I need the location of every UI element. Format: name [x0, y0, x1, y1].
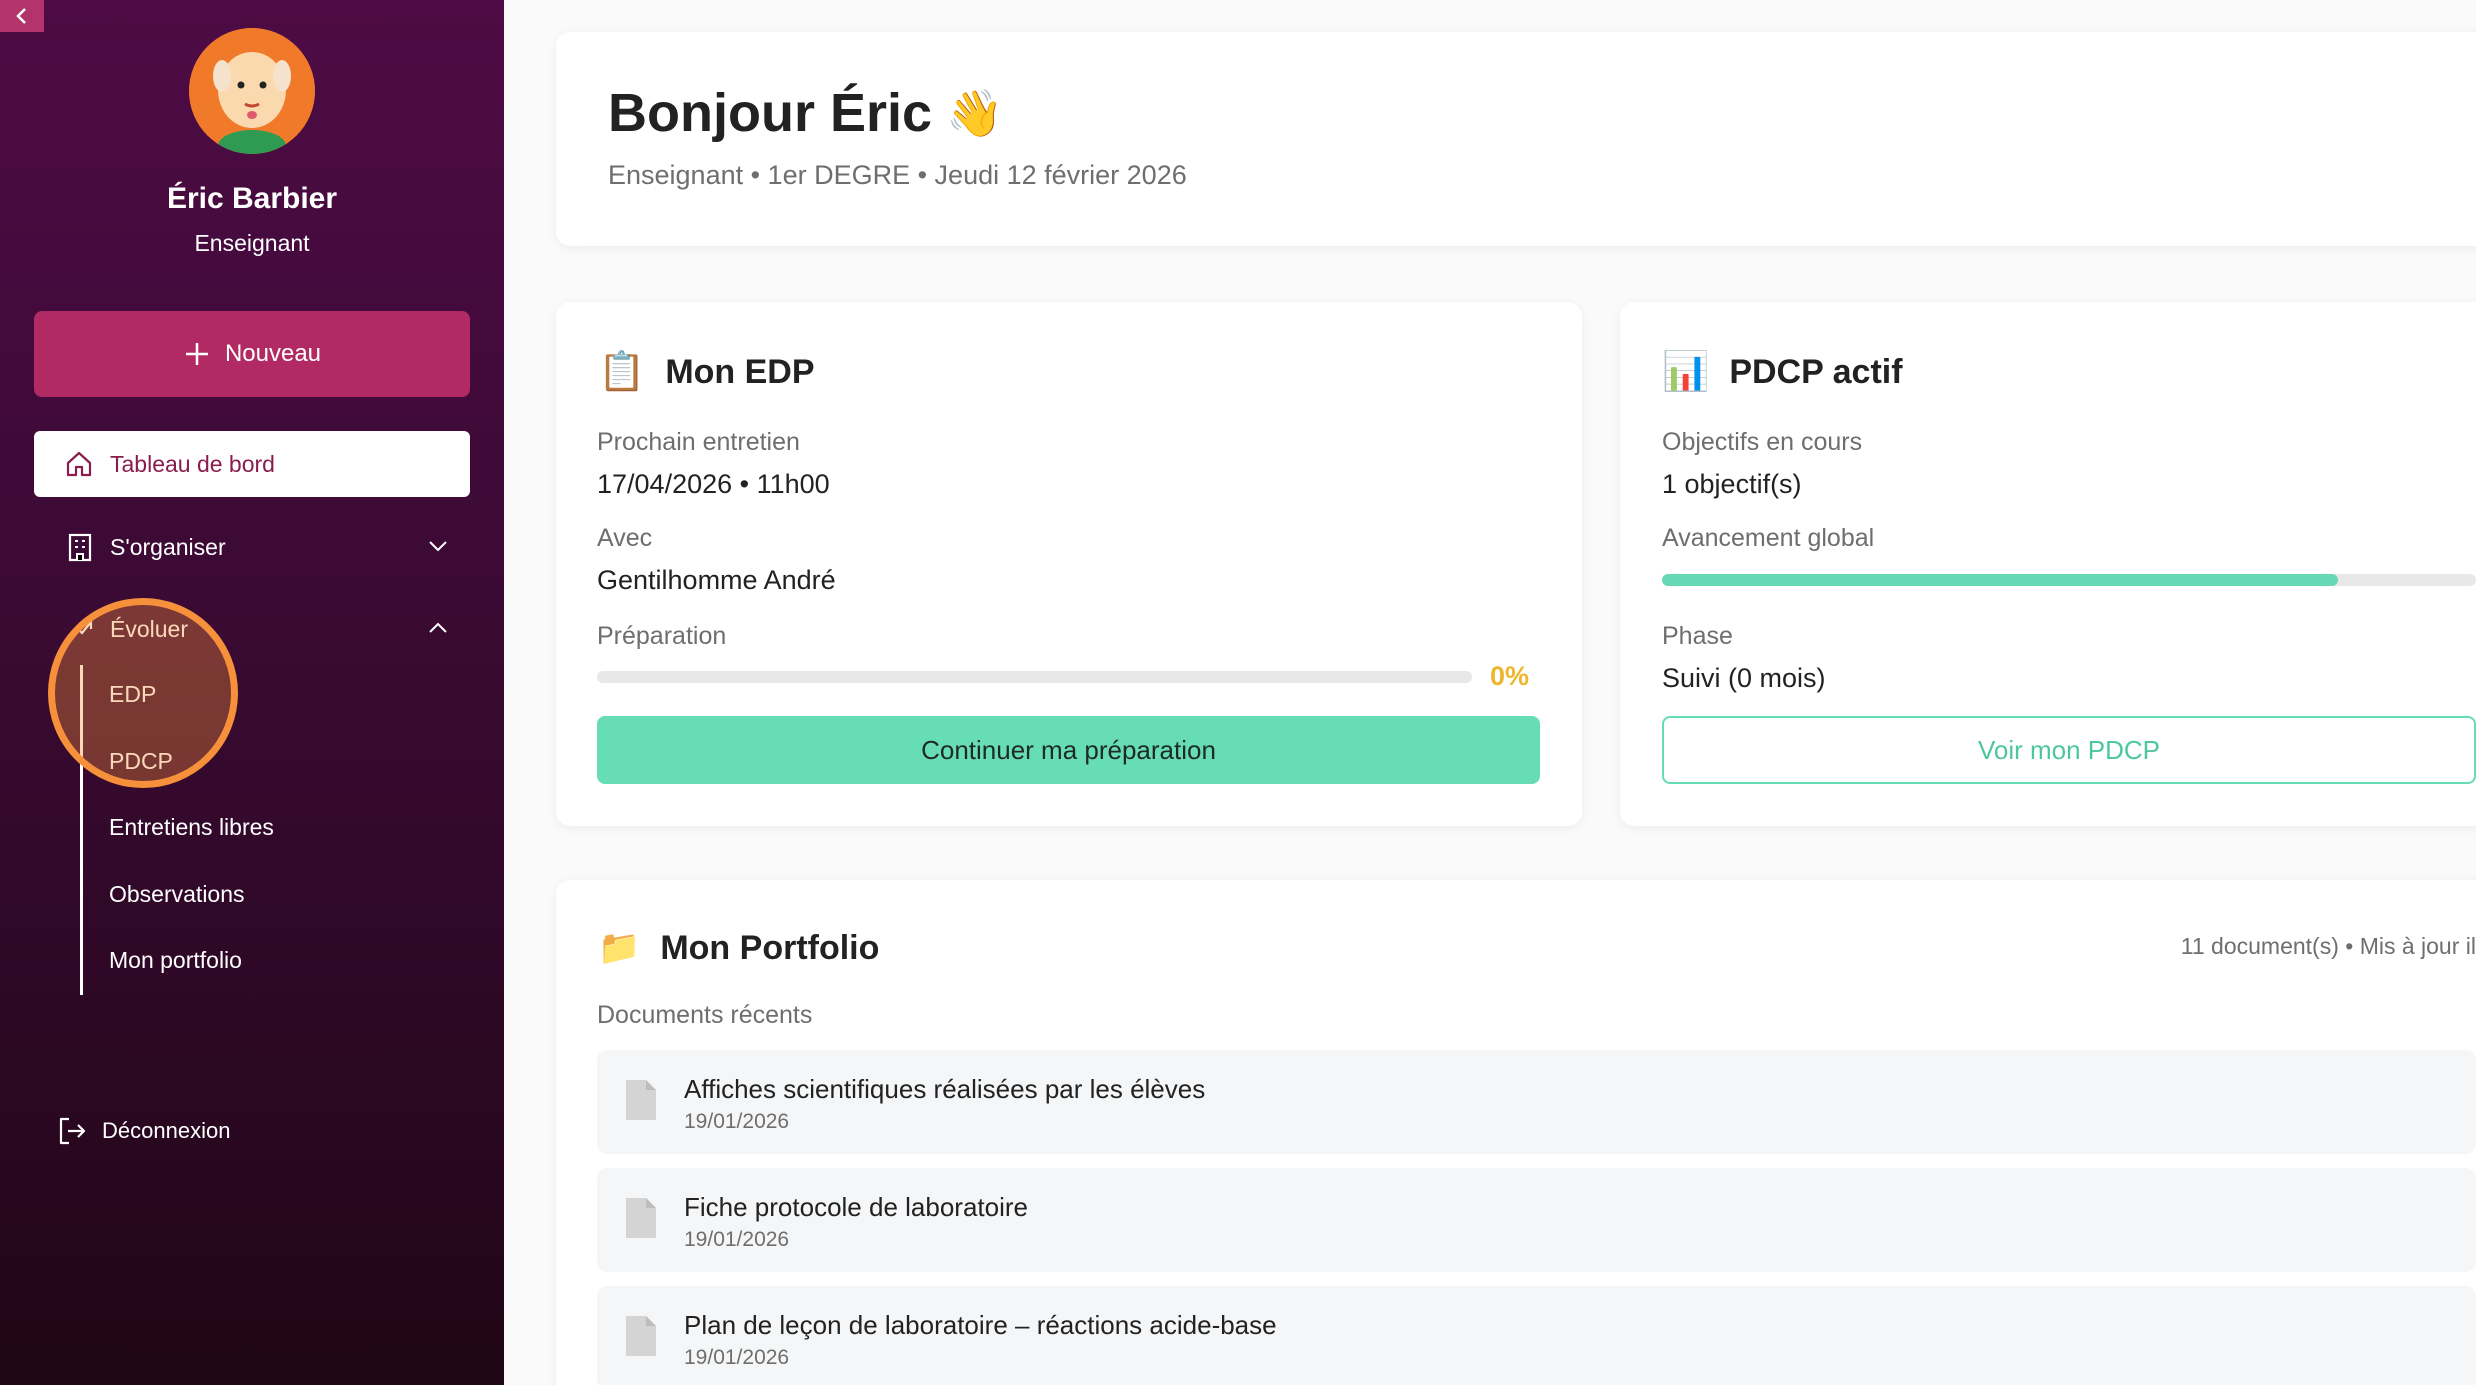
bar-chart-icon: 📊 — [1662, 351, 1710, 393]
chevron-down-icon — [429, 541, 447, 552]
click-highlight — [48, 598, 238, 788]
objectives-value: 1 objectif(s) — [1662, 469, 1802, 499]
sidebar-item-dashboard[interactable]: Tableau de bord — [34, 431, 470, 497]
recent-documents-label: Documents récents — [597, 1001, 813, 1029]
sidebar-item-organize[interactable]: S'organiser — [34, 522, 470, 572]
folder-icon: 📁 — [598, 929, 641, 967]
portfolio-meta: 11 document(s) • Mis à jour il — [2180, 933, 2476, 959]
document-name: Affiches scientifiques réalisées par les… — [684, 1074, 1206, 1104]
document-name: Plan de leçon de laboratoire – réactions… — [684, 1310, 1277, 1340]
with-value: Gentilhomme André — [597, 565, 836, 595]
user-role: Enseignant — [194, 230, 310, 256]
document-date: 19/01/2026 — [684, 1228, 790, 1251]
document-icon — [626, 1080, 656, 1120]
global-progress-label: Avancement global — [1662, 524, 1875, 552]
global-progress-bar — [1662, 574, 2476, 586]
plus-icon — [185, 343, 208, 365]
view-pdcp-button[interactable]: Voir mon PDCP — [1662, 716, 2476, 784]
global-progress-fill — [1662, 574, 2338, 586]
document-icon — [626, 1316, 656, 1356]
sidebar-subitem-observations[interactable]: Observations — [109, 881, 245, 908]
objectives-label: Objectifs en cours — [1662, 428, 1863, 456]
next-interview-label: Prochain entretien — [597, 428, 800, 456]
chevron-left-icon — [16, 8, 26, 24]
next-interview-value: 17/04/2026 • 11h00 — [597, 469, 830, 499]
sidebar-item-label: S'organiser — [110, 533, 226, 560]
preparation-label: Préparation — [597, 622, 727, 650]
user-name: Éric Barbier — [166, 182, 338, 215]
preparation-percent: 0% — [1490, 661, 1530, 691]
home-icon — [66, 451, 92, 477]
wave-icon: 👋 — [946, 86, 1004, 139]
continue-preparation-button[interactable]: Continuer ma préparation — [597, 716, 1540, 784]
phase-label: Phase — [1662, 622, 1733, 650]
new-button-label: Nouveau — [224, 340, 322, 367]
document-icon — [626, 1198, 656, 1238]
edp-title-text: Mon EDP — [665, 352, 815, 391]
pdcp-title: 📊 PDCP actif — [1662, 350, 1903, 394]
document-row[interactable]: Affiches scientifiques réalisées par les… — [597, 1050, 2476, 1154]
greeting-text: Bonjour Éric — [608, 83, 933, 143]
page-subtitle: Enseignant • 1er DEGRE • Jeudi 12 févrie… — [608, 160, 1187, 190]
new-button[interactable]: Nouveau — [34, 311, 470, 397]
with-label: Avec — [597, 524, 653, 552]
document-date: 19/01/2026 — [684, 1110, 790, 1133]
page-title: Bonjour Éric 👋 — [608, 82, 1003, 144]
chevron-up-icon — [429, 622, 447, 633]
portfolio-title: 📁 Mon Portfolio — [598, 928, 879, 968]
preparation-progress-bar — [597, 671, 1472, 683]
collapse-sidebar-button[interactable] — [0, 0, 44, 32]
avatar — [189, 28, 315, 154]
logout-icon — [59, 1117, 86, 1145]
portfolio-title-text: Mon Portfolio — [660, 928, 880, 967]
logout-button[interactable]: Déconnexion — [56, 1115, 230, 1147]
pdcp-title-text: PDCP actif — [1729, 352, 1903, 391]
clipboard-icon: 📋 — [598, 351, 646, 393]
sidebar-subitem-portfolio[interactable]: Mon portfolio — [109, 947, 242, 974]
edp-title: 📋 Mon EDP — [598, 350, 815, 394]
sidebar-subitem-entretiens[interactable]: Entretiens libres — [109, 814, 274, 841]
building-icon — [68, 533, 92, 562]
logout-label: Déconnexion — [102, 1118, 231, 1143]
document-date: 19/01/2026 — [684, 1346, 790, 1369]
document-row[interactable]: Plan de leçon de laboratoire – réactions… — [597, 1286, 2476, 1385]
phase-value: Suivi (0 mois) — [1662, 663, 1826, 693]
document-row[interactable]: Fiche protocole de laboratoire 19/01/202… — [597, 1168, 2476, 1272]
sidebar: Éric Barbier Enseignant Nouveau Tableau … — [0, 0, 504, 1385]
sidebar-item-label: Tableau de bord — [110, 450, 275, 477]
document-name: Fiche protocole de laboratoire — [684, 1192, 1028, 1222]
